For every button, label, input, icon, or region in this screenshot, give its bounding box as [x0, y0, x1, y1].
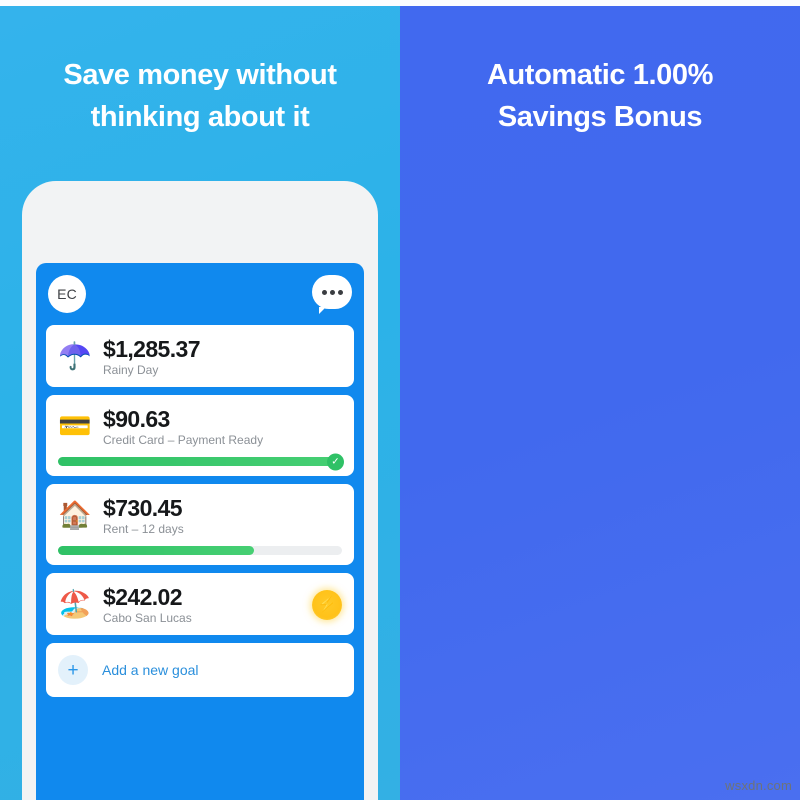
- goal-card[interactable]: ☂️ $1,285.37 Rainy Day: [46, 325, 354, 387]
- watermark: wsxdn.com: [725, 778, 792, 793]
- right-headline-line-2: Savings Bonus: [497, 101, 703, 133]
- goal-row: 💳 $90.63 Credit Card – Payment Ready: [58, 406, 342, 447]
- goal-amount: $90.63: [103, 406, 170, 432]
- check-icon: ✓: [327, 453, 344, 470]
- left-headline: Save money without thinking about it: [0, 54, 400, 138]
- goal-card[interactable]: 💳 $90.63 Credit Card – Payment Ready ✓: [46, 395, 354, 476]
- goal-label: Credit Card – Payment Ready: [103, 433, 264, 447]
- add-new-goal-button[interactable]: + Add a new goal: [46, 643, 354, 697]
- app-top-bar: EC: [36, 263, 364, 325]
- add-new-goal-label: Add a new goal: [102, 662, 199, 678]
- phone-mockup-left: EC ☂️ $1,285.37 Rainy Day 💳 $90.63 Credi…: [22, 181, 378, 800]
- goal-card[interactable]: 🏖️ $242.02 Cabo San Lucas ⚡: [46, 573, 354, 635]
- ellipsis-dot: [329, 289, 335, 295]
- avatar[interactable]: EC: [48, 275, 86, 313]
- goal-text: $90.63 Credit Card – Payment Ready: [103, 406, 342, 447]
- goal-progress-bar: ✓: [58, 453, 344, 470]
- right-headline: Automatic 1.00% Savings Bonus: [400, 54, 800, 138]
- goal-amount: $242.02: [103, 584, 183, 610]
- goal-label: Rent – 12 days: [103, 522, 184, 536]
- screenshot-root: Save money without thinking about it EC: [0, 0, 800, 800]
- goal-progress-fill: ✓: [58, 453, 344, 470]
- right-promo-panel: Automatic 1.00% Savings Bonus ✕ 1 % 18 d…: [400, 6, 800, 800]
- goal-progress-fill: [58, 546, 254, 555]
- goal-row: 🏠 $730.45 Rent – 12 days: [58, 495, 342, 536]
- goals-app-screen: EC ☂️ $1,285.37 Rainy Day 💳 $90.63 Credi…: [36, 263, 364, 800]
- goal-text: $730.45 Rent – 12 days: [103, 495, 342, 536]
- plus-icon: +: [58, 655, 88, 685]
- right-headline-line-1: Automatic 1.00%: [486, 59, 714, 91]
- lightning-bolt-icon[interactable]: ⚡: [312, 589, 342, 620]
- ellipsis-dot: [337, 289, 343, 295]
- goal-progress-bar: [58, 546, 342, 555]
- left-promo-panel: Save money without thinking about it EC: [0, 6, 400, 800]
- house-emoji: 🏠: [58, 500, 92, 530]
- beach-with-umbrella-emoji: 🏖️: [58, 589, 92, 619]
- goal-list: ☂️ $1,285.37 Rainy Day 💳 $90.63 Credit C…: [36, 325, 364, 697]
- ellipsis-dot: [321, 289, 327, 295]
- goal-label: Cabo San Lucas: [103, 611, 192, 625]
- credit-card-emoji: 💳: [58, 411, 92, 441]
- avatar-initials: EC: [57, 286, 77, 302]
- left-headline-line-2: thinking about it: [90, 101, 310, 133]
- goal-text: $242.02 Cabo San Lucas: [103, 584, 301, 625]
- left-headline-line-1: Save money without: [63, 59, 337, 91]
- goal-card[interactable]: 🏠 $730.45 Rent – 12 days: [46, 484, 354, 565]
- goal-row: 🏖️ $242.02 Cabo San Lucas ⚡: [58, 584, 342, 625]
- chat-bubble-ellipsis-icon[interactable]: [312, 275, 352, 314]
- goal-amount: $730.45: [103, 495, 183, 521]
- goal-label: Rainy Day: [103, 363, 159, 377]
- goal-text: $1,285.37 Rainy Day: [103, 336, 342, 377]
- goal-amount: $1,285.37: [103, 336, 201, 362]
- goal-row: ☂️ $1,285.37 Rainy Day: [58, 336, 342, 377]
- umbrella-with-rain-drops-emoji: ☂️: [58, 341, 92, 371]
